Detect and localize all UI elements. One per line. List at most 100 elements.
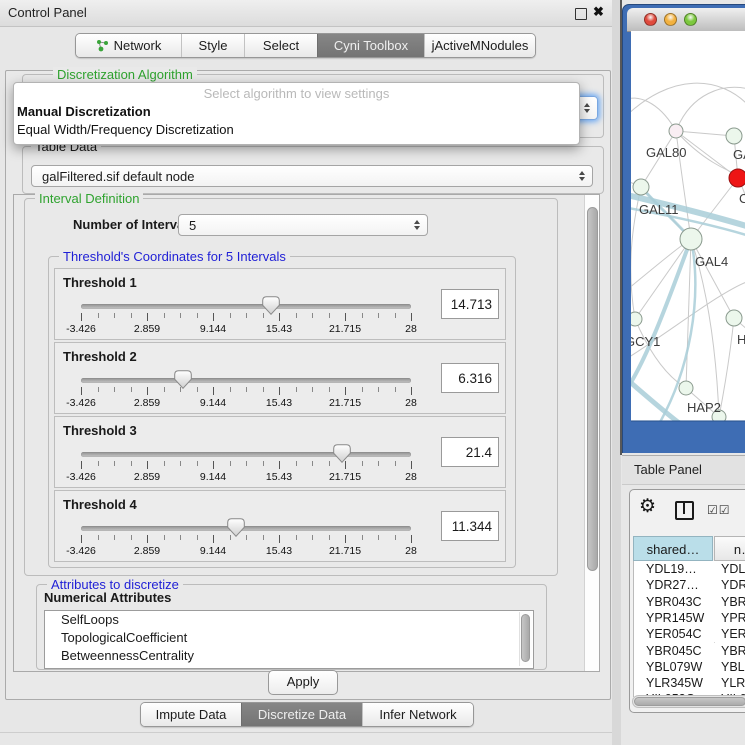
slider-thumb-icon[interactable] — [262, 296, 280, 315]
tab-network[interactable]: Network — [76, 34, 181, 57]
cell-shared-name[interactable]: YLR345W — [646, 675, 703, 691]
slider-track[interactable] — [81, 526, 411, 531]
tab-select[interactable]: Select — [244, 34, 317, 57]
cell-name[interactable]: YBL0 — [721, 659, 745, 675]
attribute-item-topologicalcoefficient[interactable]: TopologicalCoefficient — [45, 629, 533, 647]
table-row[interactable]: YBL079W YBL0 — [637, 659, 745, 675]
tab-style[interactable]: Style — [181, 34, 244, 57]
node-gal11[interactable] — [633, 179, 649, 195]
network-edge[interactable] — [686, 239, 691, 388]
algorithm-option-manual-discretization[interactable]: Manual Discretization — [17, 104, 151, 119]
table-data-combobox[interactable]: galFiltered.sif default node — [31, 165, 593, 187]
cell-name[interactable]: YBR0 — [721, 594, 745, 610]
cell-name[interactable]: YBR0 — [721, 643, 745, 659]
mac-zoom-button[interactable] — [684, 13, 697, 26]
split-panel-icon[interactable] — [675, 501, 694, 520]
table-row[interactable]: YDL19… YDL1 — [637, 561, 745, 577]
cell-name[interactable]: YER0 — [721, 626, 745, 642]
cell-name[interactable]: YDL1 — [721, 561, 745, 577]
vertical-scrollbar-thumb[interactable] — [587, 207, 598, 571]
table-row[interactable]: YDR27… YDR2 — [637, 577, 745, 593]
numerical-attributes-list[interactable]: SelfLoopsTopologicalCoefficientBetweenne… — [44, 610, 534, 669]
cell-shared-name[interactable]: YER054C — [646, 626, 702, 642]
node-gcy1[interactable] — [631, 312, 642, 326]
threshold-value-field[interactable]: 6.316 — [441, 363, 499, 393]
slider-track[interactable] — [81, 452, 411, 457]
horizontal-scrollbar[interactable] — [632, 695, 745, 708]
network-edge[interactable] — [719, 318, 734, 417]
slider-tick — [296, 313, 297, 318]
tab-jactivemnodules[interactable]: jActiveMNodules — [424, 34, 535, 57]
float-window-icon[interactable] — [575, 8, 587, 20]
node-top-right[interactable] — [726, 128, 742, 144]
cell-name[interactable]: YPR1 — [721, 610, 745, 626]
list-scrollbar-thumb[interactable] — [521, 614, 530, 662]
network-edge-highlighted[interactable] — [631, 376, 683, 421]
node-label-gal80: GAL80 — [646, 145, 686, 160]
cell-shared-name[interactable]: YBR043C — [646, 594, 702, 610]
slider-thumb-icon[interactable] — [174, 370, 192, 389]
number-of-intervals-combobox[interactable]: 5 — [178, 214, 428, 236]
threshold-value-field[interactable]: 11.344 — [441, 511, 499, 541]
column-header-shared[interactable]: shared… — [633, 536, 713, 561]
tab-discretize-data[interactable]: Discretize Data — [241, 703, 362, 726]
node-label-gal4: GAL4 — [695, 254, 728, 269]
slider-tick — [279, 461, 280, 469]
node-hap2[interactable] — [679, 381, 693, 395]
node-red[interactable] — [729, 169, 745, 187]
network-edge[interactable] — [691, 239, 734, 318]
apply-button[interactable]: Apply — [268, 670, 338, 695]
table-row[interactable]: YBR043C YBR0 — [637, 594, 745, 610]
slider-thumb-icon[interactable] — [333, 444, 351, 463]
cell-shared-name[interactable]: YDR27… — [646, 577, 699, 593]
checkbox-icon[interactable]: ☑☑ — [707, 503, 731, 517]
slider-tick — [197, 387, 198, 392]
gear-icon[interactable]: ⚙ — [639, 497, 656, 517]
network-edge[interactable] — [676, 131, 734, 136]
cell-shared-name[interactable]: YBL079W — [646, 659, 702, 675]
network-canvas[interactable]: GAL80GACGAL11GAL4GCY1HHAP2 — [631, 31, 745, 421]
slider-track[interactable] — [81, 304, 411, 309]
slider-thumb-icon[interactable] — [227, 518, 245, 537]
slider-track[interactable] — [81, 378, 411, 383]
algorithm-option-equal-width-frequency-discretization[interactable]: Equal Width/Frequency Discretization — [17, 122, 234, 137]
threshold-value-field[interactable]: 14.713 — [441, 289, 499, 319]
threshold-row-3: Threshold 3-3.4262.8599.14415.4321.71528… — [54, 416, 506, 488]
tab-impute-data[interactable]: Impute Data — [141, 703, 241, 726]
slider-tick — [362, 535, 363, 540]
tab-infer-network[interactable]: Infer Network — [362, 703, 473, 726]
table-row[interactable]: YPR145W YPR1 — [637, 610, 745, 626]
horizontal-scrollbar-thumb[interactable] — [634, 697, 745, 706]
slider-tick — [98, 313, 99, 318]
node-gal4[interactable] — [680, 228, 702, 250]
algorithm-placeholder-option[interactable]: Select algorithm to view settings — [14, 86, 579, 101]
cell-shared-name[interactable]: YDL19… — [646, 561, 697, 577]
cell-name[interactable]: YLR3 — [721, 675, 745, 691]
column-header-n[interactable]: n… — [714, 536, 745, 561]
slider-tick — [411, 461, 412, 469]
vertical-scrollbar[interactable] — [584, 195, 599, 671]
network-window-titlebar[interactable] — [627, 8, 745, 32]
slider-scale-label: 2.859 — [134, 397, 160, 409]
table-row[interactable]: YBR045C YBR0 — [637, 643, 745, 659]
slider-tick — [345, 387, 346, 395]
cell-shared-name[interactable]: YPR145W — [646, 610, 704, 626]
attribute-item-betweennesscentrality[interactable]: BetweennessCentrality — [45, 647, 533, 665]
cell-shared-name[interactable]: YBR045C — [646, 643, 702, 659]
threshold-value-field[interactable]: 21.4 — [441, 437, 499, 467]
network-edge[interactable] — [635, 239, 691, 319]
mac-close-button[interactable] — [644, 13, 657, 26]
close-icon[interactable]: ✖ — [593, 4, 604, 20]
network-edge[interactable] — [631, 98, 676, 131]
table-row[interactable]: YLR345W YLR3 — [637, 675, 745, 691]
network-edge[interactable] — [631, 83, 745, 119]
cell-name[interactable]: YDR2 — [721, 577, 745, 593]
node-h[interactable] — [726, 310, 742, 326]
table-row[interactable]: YER054C YER0 — [637, 626, 745, 642]
mac-minimize-button[interactable] — [664, 13, 677, 26]
slider-tick — [395, 461, 396, 466]
list-scrollbar[interactable] — [519, 612, 532, 666]
node-gal80[interactable] — [669, 124, 683, 138]
attribute-item-selfloops[interactable]: SelfLoops — [45, 611, 533, 629]
tab-cyni-toolbox[interactable]: Cyni Toolbox — [317, 34, 424, 57]
